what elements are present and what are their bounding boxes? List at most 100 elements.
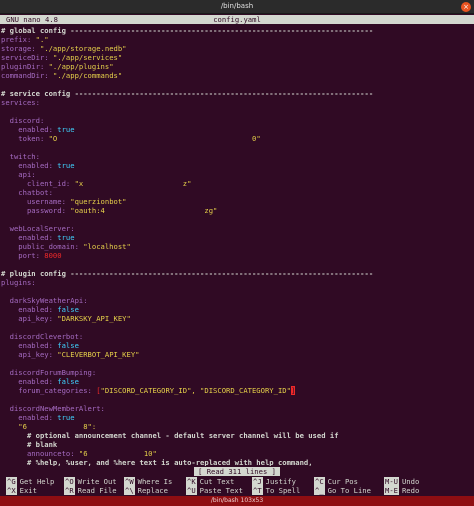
editor-line[interactable]: plugins:	[0, 278, 474, 287]
shortcut-item[interactable]: ^G Get Help	[6, 477, 54, 486]
editor-line[interactable]: password: "oauth:4 zg"	[0, 206, 474, 215]
editor-line[interactable]: discordCleverbot:	[0, 332, 474, 341]
code-token: "./app/storage.nedb"	[39, 44, 127, 53]
editor-line[interactable]: token: "O 0"	[0, 134, 474, 143]
editor-line[interactable]: enabled: true	[0, 413, 474, 422]
status-bar: [ Read 311 lines ]	[0, 467, 474, 476]
editor-line[interactable]: # global config ------------------------…	[0, 26, 474, 35]
shortcut-row-1: ^G Get Help ^O Write Out ^W Where Is ^K Cut Tex…	[0, 477, 474, 486]
code-token: "oauth:4	[70, 206, 105, 215]
code-token: announceto:	[1, 449, 79, 458]
editor-line[interactable]	[0, 323, 474, 332]
shortcut-item[interactable]: ^\ Replace	[124, 486, 168, 495]
editor-line[interactable]: twitch:	[0, 152, 474, 161]
editor-line[interactable]: # plugin config ------------------------…	[0, 269, 474, 278]
editor-line[interactable]: api_key: "CLEVERBOT_API_KEY"	[0, 350, 474, 359]
editor-line[interactable]: enabled: false	[0, 305, 474, 314]
editor-line[interactable]: api_key: "DARKSKY_API_KEY"	[0, 314, 474, 323]
editor-line[interactable]: client_id: "x z"	[0, 179, 474, 188]
editor-line[interactable]	[0, 107, 474, 116]
editor-line[interactable]: # %help, %user, and %here text is auto-r…	[0, 458, 474, 466]
editor-line[interactable]: darkSkyWeatherApi:	[0, 296, 474, 305]
code-token: zg"	[204, 206, 218, 215]
code-token: "O	[48, 134, 58, 143]
editor-line[interactable]	[0, 395, 474, 404]
editor-line[interactable]: # service config -----------------------…	[0, 89, 474, 98]
code-token: prefix:	[1, 35, 36, 44]
editor-line[interactable]: chatbot:	[0, 188, 474, 197]
nano-filename: config.yaml	[213, 15, 261, 24]
editor-line[interactable]	[0, 260, 474, 269]
editor-line[interactable]	[0, 359, 474, 368]
shortcut-item[interactable]: ^U Paste Text	[186, 486, 243, 495]
editor-line[interactable]: webLocalServer:	[0, 224, 474, 233]
editor-line[interactable]: discordNewMemberAlert:	[0, 404, 474, 413]
shortcut-key: ^W	[124, 477, 135, 486]
editor-text-area[interactable]: # global config ------------------------…	[0, 26, 474, 466]
editor-line[interactable]: enabled: false	[0, 377, 474, 386]
code-token: false	[57, 305, 79, 314]
shortcut-label: Undo	[401, 477, 420, 486]
code-token: pluginDir:	[1, 62, 49, 71]
editor-line[interactable]	[0, 215, 474, 224]
editor-line[interactable]: enabled: true	[0, 233, 474, 242]
shortcut-item[interactable]: M-U Undo	[384, 477, 419, 486]
editor-line[interactable]	[0, 287, 474, 296]
editor-line[interactable]: port: 8000	[0, 251, 474, 260]
editor-line[interactable]: storage: "./app/storage.nedb"	[0, 44, 474, 53]
code-token: false	[57, 341, 79, 350]
code-token: storage:	[1, 44, 40, 53]
code-token: username:	[1, 197, 71, 206]
editor-line[interactable]: serviceDir: "./app/services"	[0, 53, 474, 62]
shortcut-key: ^O	[64, 477, 75, 486]
code-token: true	[57, 413, 75, 422]
editor-line[interactable]: # blank	[0, 440, 474, 449]
editor-line[interactable]: discordForumBumping:	[0, 368, 474, 377]
code-token: forum_categories:	[1, 386, 97, 395]
editor-line[interactable]: "6 8":	[0, 422, 474, 431]
shortcut-bar: ^G Get Help ^O Write Out ^W Where Is ^K Cut Tex…	[0, 477, 474, 495]
code-token: enabled:	[1, 305, 58, 314]
shortcut-item[interactable]: M-E Redo	[384, 486, 419, 495]
editor-line[interactable]: api:	[0, 170, 474, 179]
code-token: discordForumBumping:	[1, 368, 97, 377]
shortcut-item[interactable]: ^K Cut Text	[186, 477, 234, 486]
taskbar-label: /bin/bash 103x53	[210, 497, 264, 504]
editor-line[interactable]: discord:	[0, 116, 474, 125]
editor-line[interactable]: commandDir: "./app/commands"	[0, 71, 474, 80]
shortcut-key: ^X	[6, 486, 17, 495]
editor-line[interactable]: announceto: "6 10"	[0, 449, 474, 458]
code-token: enabled:	[1, 125, 58, 134]
code-token: api:	[1, 170, 36, 179]
shortcut-item[interactable]: ^T To Spell	[252, 486, 300, 495]
editor-line[interactable]: enabled: false	[0, 341, 474, 350]
code-token: "./app/services"	[52, 53, 123, 62]
shortcut-item[interactable]: ^R Read File	[64, 486, 117, 495]
editor-line[interactable]: # optional announcement channel - defaul…	[0, 431, 474, 440]
editor-line[interactable]: public_domain: "localhost"	[0, 242, 474, 251]
shortcut-item[interactable]: ^O Write Out	[64, 477, 117, 486]
code-token: chatbot:	[1, 188, 53, 197]
shortcut-item[interactable]: ^J Justify	[252, 477, 296, 486]
editor-line[interactable]: enabled: true	[0, 161, 474, 170]
editor-line[interactable]	[0, 80, 474, 89]
code-token: true	[57, 125, 75, 134]
shortcut-label: Paste Text	[199, 486, 243, 495]
editor-line[interactable]: forum_categories: ["DISCORD_CATEGORY_ID"…	[0, 386, 474, 395]
close-icon[interactable]: ×	[461, 2, 471, 12]
shortcut-item[interactable]: ^C Cur Pos	[314, 477, 358, 486]
shortcut-item[interactable]: ^_ Go To Line	[314, 486, 371, 495]
editor-line[interactable]	[0, 143, 474, 152]
shortcut-item[interactable]: ^X Exit	[6, 486, 37, 495]
code-token: # optional announcement channel - defaul…	[1, 431, 339, 440]
editor-line[interactable]: username: "querzionbot"	[0, 197, 474, 206]
editor-line[interactable]: services:	[0, 98, 474, 107]
text-cursor: ]	[290, 386, 296, 395]
shortcut-item[interactable]: ^W Where Is	[124, 477, 172, 486]
editor-line[interactable]: prefix: "."	[0, 35, 474, 44]
editor-line[interactable]: enabled: true	[0, 125, 474, 134]
editor-line[interactable]: pluginDir: "./app/plugins"	[0, 62, 474, 71]
shortcut-label: To Spell	[265, 486, 301, 495]
